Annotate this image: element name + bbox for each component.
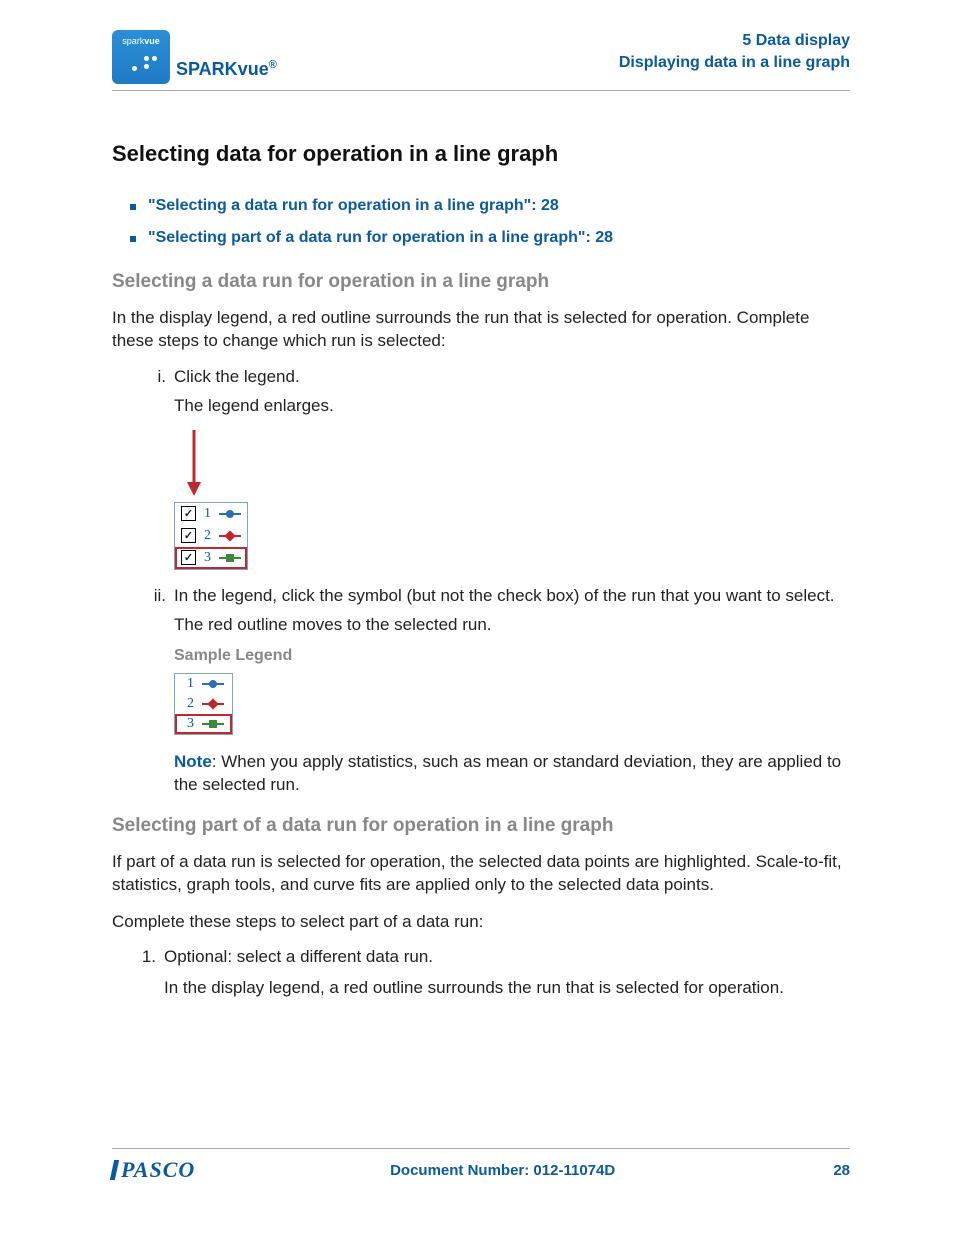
legend-symbol-icon[interactable]: [219, 529, 241, 543]
legend-run-number: 3: [204, 550, 211, 566]
legend-row[interactable]: ✓ 1: [175, 503, 247, 525]
pasco-logo: PASCO: [112, 1157, 195, 1183]
legend-run-number: 2: [204, 528, 211, 544]
sample-legend-caption: Sample Legend: [174, 647, 850, 665]
legend-symbol-icon[interactable]: [202, 717, 224, 731]
legend-symbol-icon[interactable]: [219, 507, 241, 521]
step-text: Click the legend.: [174, 367, 300, 387]
section-sub: Displaying data in a line graph: [619, 52, 850, 74]
product-name: SPARKvue®: [176, 59, 277, 84]
legend-checkbox[interactable]: ✓: [181, 550, 196, 565]
section-number: 5 Data display: [619, 30, 850, 52]
document-number: Document Number: 012-11074D: [195, 1162, 810, 1179]
legend-row-selected[interactable]: 3: [175, 714, 232, 734]
page-number: 28: [810, 1162, 850, 1179]
page-header: sparkvue SPARKvue® 5 Data display Displa…: [112, 30, 850, 91]
toc-item[interactable]: "Selecting a data run for operation in a…: [130, 197, 850, 215]
header-left: sparkvue SPARKvue®: [112, 30, 277, 84]
subheading-2: Selecting part of a data run for operati…: [112, 815, 850, 837]
toc-list: "Selecting a data run for operation in a…: [130, 197, 850, 247]
note-paragraph: Note: When you apply statistics, such as…: [174, 751, 850, 797]
numbered-steps: 1. Optional: select a different data run…: [134, 947, 850, 1000]
legend-checkbox[interactable]: ✓: [181, 506, 196, 521]
legend-box[interactable]: 1 2 3: [174, 673, 233, 735]
legend-row-selected[interactable]: ✓ 3: [175, 547, 247, 569]
legend-row[interactable]: 2: [175, 694, 232, 714]
page-footer: PASCO Document Number: 012-11074D 28: [112, 1148, 850, 1183]
step-text: Optional: select a different data run.: [164, 947, 433, 967]
step-text: In the legend, click the symbol (but not…: [174, 586, 835, 606]
arrow-down-icon: [180, 428, 850, 498]
body-paragraph: If part of a data run is selected for op…: [112, 851, 850, 897]
legend-symbol-icon[interactable]: [219, 551, 241, 565]
legend-box[interactable]: ✓ 1 ✓ 2 ✓ 3: [174, 502, 248, 570]
toc-item[interactable]: "Selecting part of a data run for operat…: [130, 229, 850, 247]
step-result: The legend enlarges.: [174, 395, 850, 418]
step-marker: i.: [140, 367, 166, 387]
note-label: Note: [174, 752, 212, 771]
legend-symbol-icon[interactable]: [202, 697, 224, 711]
legend-figure-enlarged: ✓ 1 ✓ 2 ✓ 3: [174, 428, 850, 570]
legend-run-number: 1: [187, 676, 194, 692]
step-marker: 1.: [134, 947, 156, 967]
header-right: 5 Data display Displaying data in a line…: [619, 30, 850, 73]
page-title: Selecting data for operation in a line g…: [112, 141, 850, 167]
legend-checkbox[interactable]: ✓: [181, 528, 196, 543]
sparkvue-logo: sparkvue: [112, 30, 170, 84]
legend-run-number: 2: [187, 696, 194, 712]
roman-steps: i. Click the legend. The legend enlarges…: [140, 367, 850, 797]
legend-row[interactable]: 1: [175, 674, 232, 694]
intro-paragraph: In the display legend, a red outline sur…: [112, 307, 850, 353]
legend-run-number: 1: [204, 506, 211, 522]
legend-run-number: 3: [187, 716, 194, 732]
step-result: The red outline moves to the selected ru…: [174, 614, 850, 637]
legend-row[interactable]: ✓ 2: [175, 525, 247, 547]
subheading-1: Selecting a data run for operation in a …: [112, 271, 850, 293]
step-result: In the display legend, a red outline sur…: [164, 977, 850, 1000]
step-marker: ii.: [140, 586, 166, 606]
legend-symbol-icon[interactable]: [202, 677, 224, 691]
legend-figure-sample: 1 2 3: [174, 673, 850, 735]
body-paragraph: Complete these steps to select part of a…: [112, 911, 850, 934]
